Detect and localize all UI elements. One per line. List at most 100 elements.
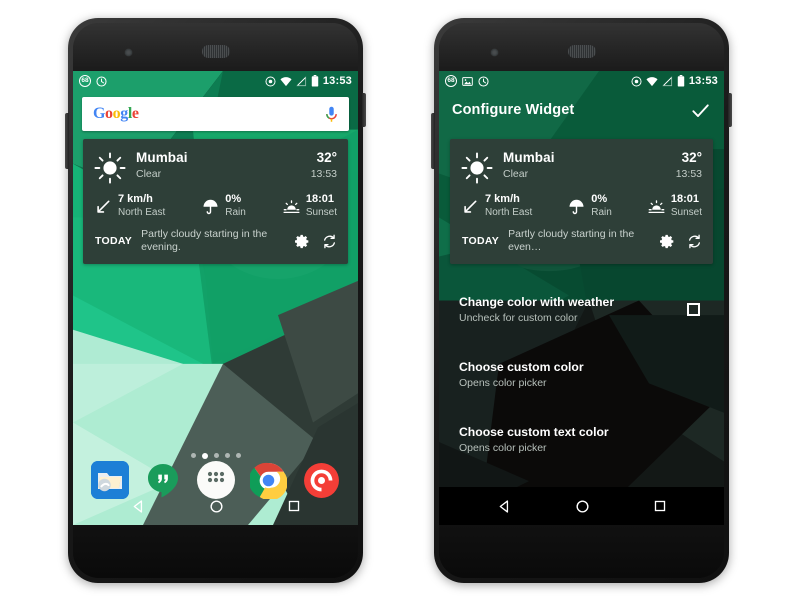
widget-primary-row: Mumbai Clear 32° 13:53 — [450, 139, 713, 184]
navigation-bar-left — [73, 487, 358, 525]
setting-text-block: Choose custom text color Opens color pic… — [459, 424, 704, 456]
setting-row-change-color-with-weather[interactable]: Change color with weather Uncheck for cu… — [439, 277, 724, 342]
settings-gear-icon[interactable] — [295, 234, 310, 249]
screen-right: 68 13:53 Configure Widget Mumbai Clear 3… — [439, 71, 724, 525]
widget-time: 13:53 — [310, 168, 337, 180]
status-clock-left: 13:53 — [322, 75, 352, 87]
widget-metric-wind: 7 km/h North East — [95, 193, 165, 219]
front-camera-icon — [125, 49, 132, 56]
phone-body-right: 68 13:53 Configure Widget Mumbai Clear 3… — [439, 23, 724, 578]
app-bar-configure-widget: Configure Widget — [439, 91, 724, 129]
forecast-description: Partly cloudy starting in the evening. — [141, 228, 268, 253]
settings-gear-icon[interactable] — [660, 234, 675, 249]
umbrella-icon — [202, 198, 219, 215]
rain-label: Rain — [225, 207, 246, 218]
screenshot-stage: 68 13:53 Google Mumbai Clear 32° 13:53 7… — [0, 0, 800, 600]
page-title: Configure Widget — [452, 102, 575, 118]
weather-widget-preview[interactable]: Mumbai Clear 32° 13:53 7 km/h North East… — [450, 139, 713, 264]
microphone-icon[interactable] — [325, 106, 338, 123]
widget-temp-block: 32° 13:53 — [676, 150, 702, 181]
rain-value: 0% — [591, 193, 608, 205]
phone-bottom-bezel-right — [439, 525, 724, 578]
status-system-icons-right: 13:53 — [631, 75, 718, 87]
refresh-icon[interactable] — [687, 234, 702, 249]
status-bar-right: 68 13:53 — [439, 71, 724, 91]
widget-temperature: 32° — [316, 150, 337, 165]
setting-title: Change color with weather — [459, 294, 615, 309]
refresh-icon[interactable] — [322, 234, 337, 249]
home-icon[interactable] — [209, 499, 224, 514]
recents-icon[interactable] — [653, 499, 667, 513]
weather-widget-left[interactable]: Mumbai Clear 32° 13:53 7 km/h North East… — [83, 139, 348, 264]
wind-label: North East — [485, 207, 533, 218]
setting-row-choose-custom-text-color[interactable]: Choose custom text color Opens color pic… — [439, 407, 724, 472]
forecast-day-label: TODAY — [95, 235, 133, 247]
volume-button-right[interactable] — [431, 113, 435, 169]
widget-metric-sunset-text: 18:01 Sunset — [306, 193, 337, 219]
widget-time: 13:53 — [675, 168, 702, 180]
widget-condition: Clear — [503, 168, 529, 180]
image-icon — [462, 76, 473, 87]
power-button-right[interactable] — [728, 93, 732, 127]
widget-metric-rain-text: 0% Rain — [591, 193, 612, 219]
sunset-icon — [648, 198, 665, 215]
phone-device-left: 68 13:53 Google Mumbai Clear 32° 13:53 7… — [65, 18, 366, 583]
back-icon[interactable] — [497, 499, 512, 514]
battery-icon — [677, 75, 685, 87]
google-search-bar[interactable]: Google — [82, 97, 349, 131]
setting-subtitle: Opens color picker — [459, 376, 547, 389]
widget-temperature: 32° — [681, 150, 702, 165]
checkbox-change-color-with-weather[interactable] — [687, 303, 700, 316]
widget-metrics-row: 7 km/h North East 0% Rain 18:01 Sunset — [83, 184, 348, 219]
sunset-label: Sunset — [305, 207, 337, 218]
widget-location-block: Mumbai Clear — [136, 150, 188, 181]
power-button-left[interactable] — [362, 93, 366, 127]
status-notification-icons-left: 68 — [79, 75, 107, 87]
location-target-icon — [265, 75, 276, 87]
status-clock-right: 13:53 — [688, 75, 718, 87]
widget-metric-rain: 0% Rain — [568, 193, 612, 219]
signal-off-icon — [662, 75, 673, 87]
widget-action-buttons — [287, 234, 337, 249]
clock-icon — [478, 75, 489, 87]
navigation-bar-right — [439, 487, 724, 525]
phone-device-right: 68 13:53 Configure Widget Mumbai Clear 3… — [431, 18, 732, 583]
umbrella-icon — [568, 198, 585, 215]
forecast-description: Partly cloudy starting in the even… — [508, 228, 635, 253]
wifi-icon — [280, 76, 292, 87]
forecast-day-label: TODAY — [462, 235, 500, 247]
setting-row-choose-custom-color[interactable]: Choose custom color Opens color picker — [439, 342, 724, 407]
earpiece-speaker-icon — [201, 45, 230, 58]
clock-icon — [96, 75, 107, 87]
home-icon[interactable] — [575, 499, 590, 514]
phone-body-left: 68 13:53 Google Mumbai Clear 32° 13:53 7… — [73, 23, 358, 578]
setting-text-block: Choose custom color Opens color picker — [459, 359, 704, 391]
status-system-icons-left: 13:53 — [265, 75, 352, 87]
wind-arrow-icon — [95, 198, 112, 215]
sunset-icon — [283, 198, 300, 215]
wind-arrow-icon — [462, 198, 479, 215]
widget-metric-rain: 0% Rain — [202, 193, 246, 219]
widget-forecast-row: TODAY Partly cloudy starting in the even… — [450, 219, 713, 254]
widget-metric-wind-text: 7 km/h North East — [118, 193, 165, 219]
widget-forecast-row: TODAY Partly cloudy starting in the even… — [83, 219, 348, 254]
phone-top-bezel-left — [73, 23, 358, 71]
volume-button-left[interactable] — [65, 113, 69, 169]
sunset-label: Sunset — [670, 207, 702, 218]
widget-metric-sunset: 18:01 Sunset — [648, 193, 702, 219]
rain-value: 0% — [225, 193, 242, 205]
widget-metric-sunset: 18:01 Sunset — [283, 193, 337, 219]
sunset-value: 18:01 — [670, 193, 699, 205]
wifi-icon — [646, 76, 658, 87]
checkmark-icon[interactable] — [690, 100, 711, 121]
wind-label: North East — [118, 207, 166, 218]
sun-icon — [94, 152, 126, 184]
widget-city-name: Mumbai — [503, 150, 555, 165]
front-camera-icon — [491, 49, 498, 56]
widget-action-buttons — [652, 234, 702, 249]
back-icon[interactable] — [131, 499, 146, 514]
widget-location-block: Mumbai Clear — [503, 150, 555, 181]
widget-metric-wind: 7 km/h North East — [462, 193, 532, 219]
recents-icon[interactable] — [287, 499, 301, 513]
wind-value: 7 km/h — [118, 193, 153, 205]
